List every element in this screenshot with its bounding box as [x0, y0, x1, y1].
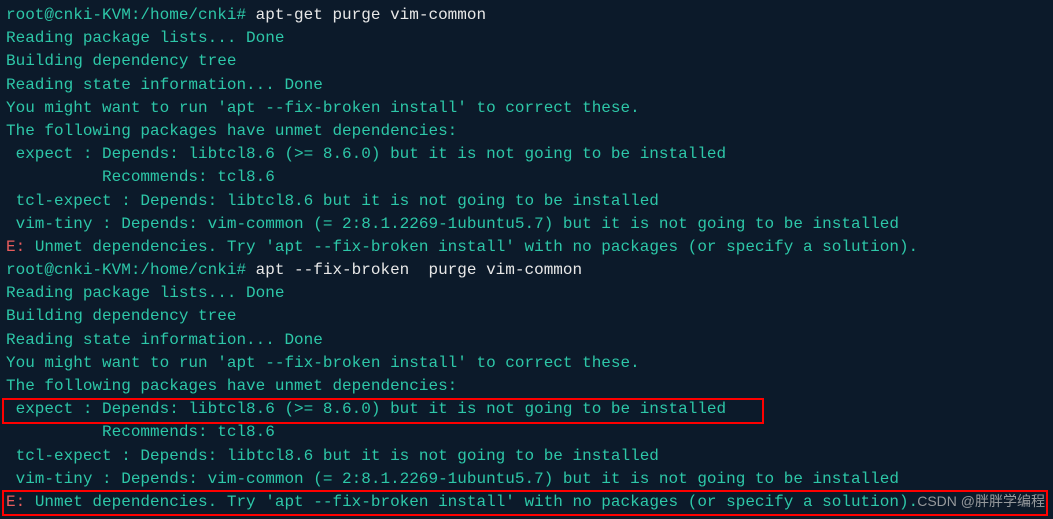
output-line: The following packages have unmet depend…	[6, 375, 1047, 398]
shell-prompt: root@cnki-KVM:/home/cnki#	[6, 261, 256, 279]
output-line: Building dependency tree	[6, 50, 1047, 73]
command-text: apt --fix-broken purge vim-common	[256, 261, 582, 279]
output-line: tcl-expect : Depends: libtcl8.6 but it i…	[6, 445, 1047, 468]
output-line: Recommends: tcl8.6	[6, 421, 1047, 444]
terminal-line: root@cnki-KVM:/home/cnki# apt --fix-brok…	[6, 259, 1047, 282]
error-line: E: Unmet dependencies. Try 'apt --fix-br…	[6, 491, 1047, 514]
shell-prompt: root@cnki-KVM:/home/cnki#	[6, 6, 256, 24]
output-line: expect : Depends: libtcl8.6 (>= 8.6.0) b…	[6, 143, 1047, 166]
output-line: tcl-expect : Depends: libtcl8.6 but it i…	[6, 190, 1047, 213]
error-text: Unmet dependencies. Try 'apt --fix-broke…	[35, 238, 918, 256]
output-line: You might want to run 'apt --fix-broken …	[6, 97, 1047, 120]
output-line: Reading package lists... Done	[6, 27, 1047, 50]
error-prefix: E:	[6, 238, 35, 256]
output-line: vim-tiny : Depends: vim-common (= 2:8.1.…	[6, 468, 1047, 491]
output-line: Recommends: tcl8.6	[6, 166, 1047, 189]
output-line: Reading state information... Done	[6, 329, 1047, 352]
output-line: vim-tiny : Depends: vim-common (= 2:8.1.…	[6, 213, 1047, 236]
output-line: The following packages have unmet depend…	[6, 120, 1047, 143]
output-line: expect : Depends: libtcl8.6 (>= 8.6.0) b…	[6, 398, 1047, 421]
output-line: Reading state information... Done	[6, 74, 1047, 97]
command-text: apt-get purge vim-common	[256, 6, 486, 24]
terminal-line: root@cnki-KVM:/home/cnki# apt-get purge …	[6, 4, 1047, 27]
output-line: Reading package lists... Done	[6, 282, 1047, 305]
error-text: Unmet dependencies. Try 'apt --fix-broke…	[35, 493, 918, 511]
output-line: Building dependency tree	[6, 305, 1047, 328]
watermark-text: CSDN @胖胖学编程	[917, 491, 1045, 511]
error-prefix: E:	[6, 493, 35, 511]
output-line: You might want to run 'apt --fix-broken …	[6, 352, 1047, 375]
error-line: E: Unmet dependencies. Try 'apt --fix-br…	[6, 236, 1047, 259]
